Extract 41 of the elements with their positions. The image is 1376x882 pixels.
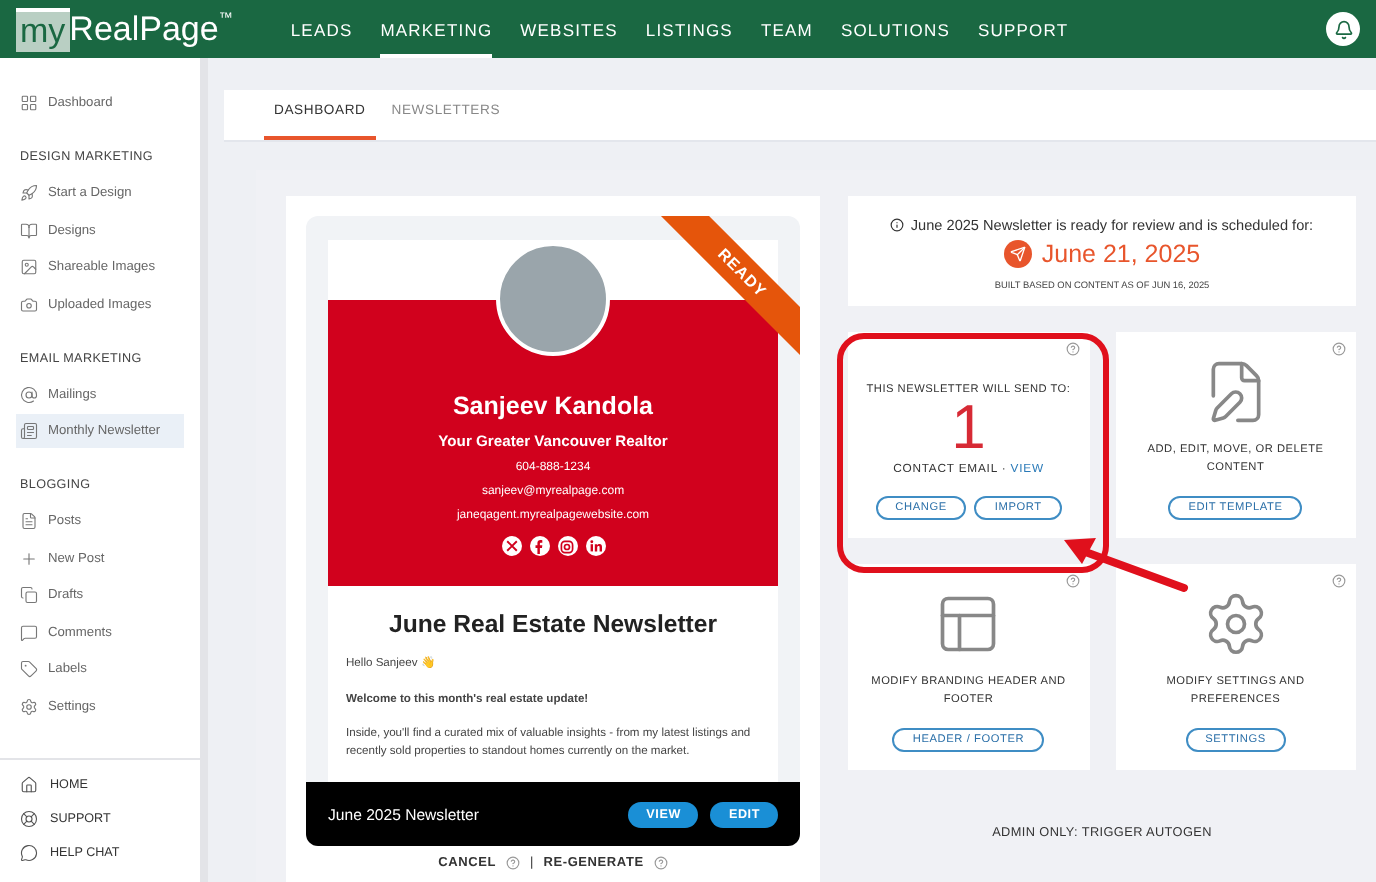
info-icon [890, 218, 905, 232]
nav-link[interactable]: SOLUTIONS [840, 0, 950, 58]
nav-link[interactable]: WEBSITES [520, 0, 618, 58]
lifebuoy-icon [20, 810, 38, 828]
recipient-count: 1 [951, 398, 986, 458]
copy-icon [20, 586, 38, 604]
agent-name: Sanjeev Kandola [452, 392, 654, 420]
notifications-icon[interactable] [1326, 12, 1360, 46]
camera-icon [20, 295, 38, 313]
image-icon [20, 258, 38, 276]
nav-link[interactable]: LISTINGS [645, 0, 733, 58]
nav-link[interactable]: TEAM [760, 0, 813, 58]
at-sign-icon [20, 385, 38, 403]
help-icon[interactable] [506, 856, 521, 870]
newspaper-icon [20, 422, 38, 440]
comment-icon [20, 623, 38, 641]
help-icon[interactable] [1065, 342, 1079, 356]
linkedin-icon[interactable] [585, 536, 605, 556]
plus-icon [20, 549, 38, 567]
tag-icon [20, 660, 38, 678]
x-icon[interactable] [501, 536, 521, 556]
nav-link[interactable]: LEADS [290, 0, 353, 58]
settings-icon [20, 697, 38, 715]
help-icon[interactable] [653, 856, 668, 870]
nav-link[interactable]: SUPPORT [977, 0, 1069, 58]
rocket-icon [20, 184, 38, 202]
dashboard-icon [20, 94, 38, 112]
facebook-icon[interactable] [529, 536, 549, 556]
newsletter-title: June Real Estate Newsletter [386, 610, 720, 638]
chat-icon [20, 844, 38, 862]
send-icon [1003, 240, 1032, 268]
annotation-arrow [1064, 538, 1188, 592]
instagram-icon[interactable] [557, 536, 577, 556]
nav-link[interactable]: MARKETING [380, 0, 493, 58]
document-icon [20, 512, 38, 530]
home-icon [20, 776, 38, 794]
help-icon[interactable] [1332, 342, 1346, 356]
help-icon[interactable] [1332, 574, 1346, 588]
help-icon[interactable] [1065, 574, 1079, 588]
book-icon [20, 221, 38, 239]
scheduled-date: June 21, 2025 [1041, 240, 1201, 268]
